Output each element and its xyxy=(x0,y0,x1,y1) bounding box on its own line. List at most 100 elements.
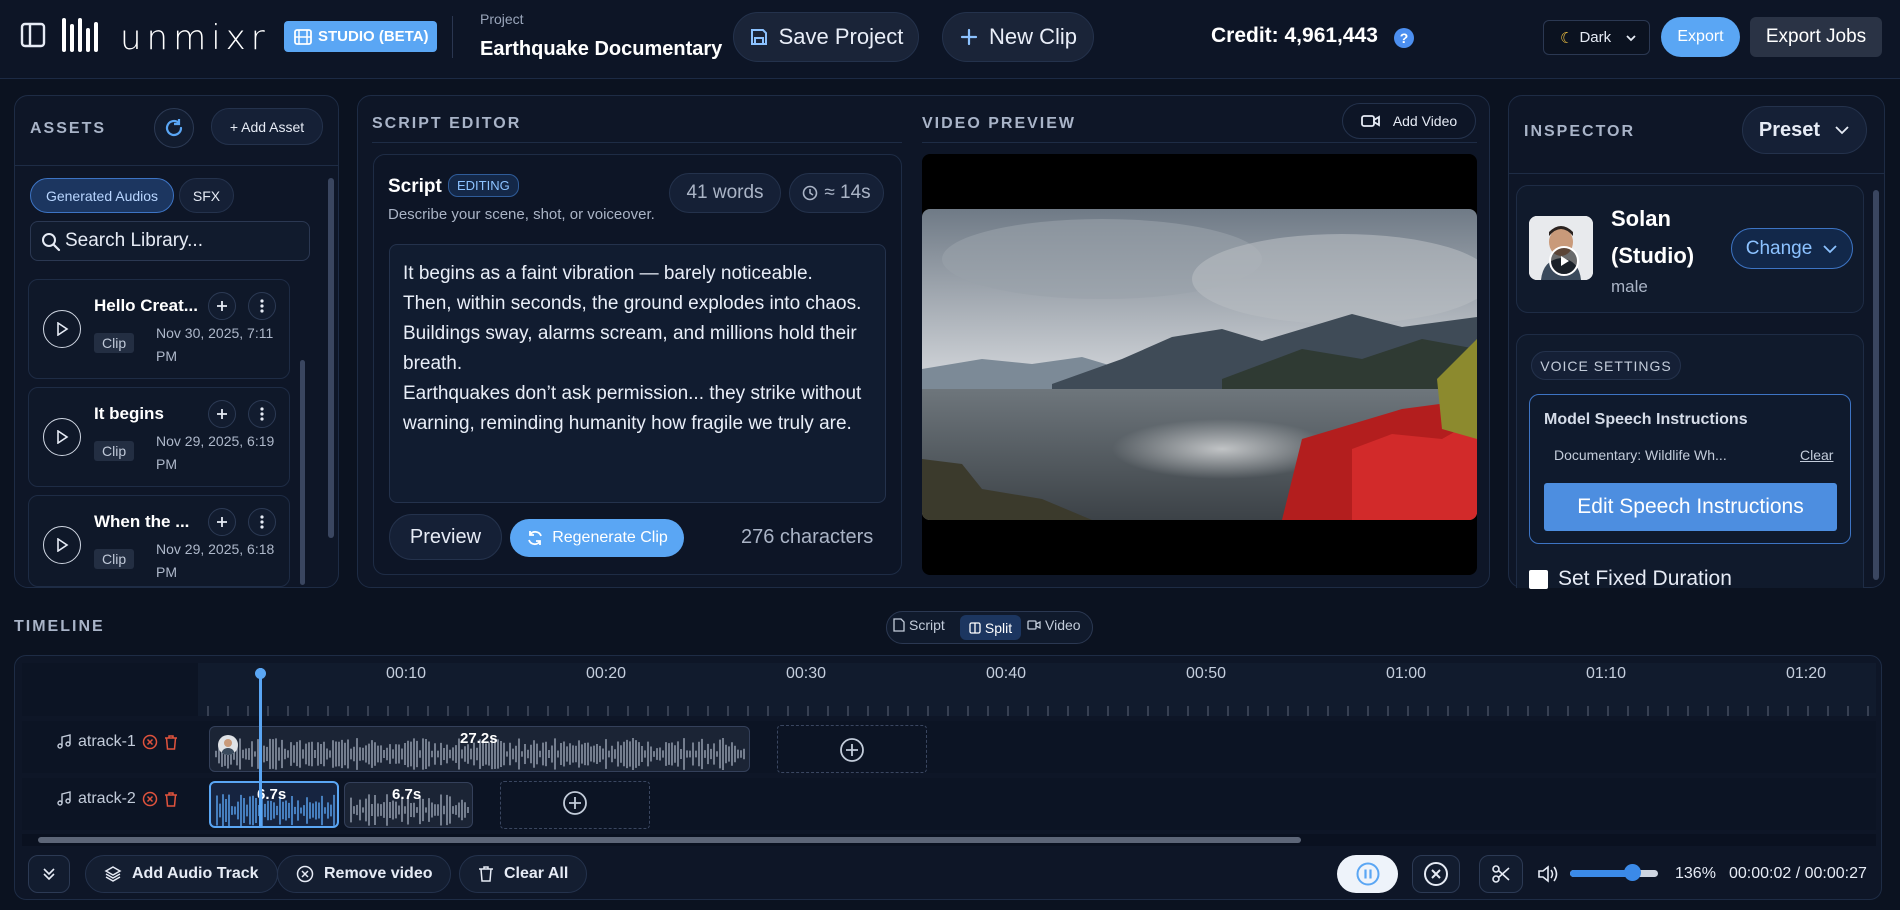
video-frame[interactable] xyxy=(922,209,1477,520)
music-note-icon xyxy=(57,734,71,749)
export-jobs-button[interactable]: Export Jobs xyxy=(1750,17,1882,57)
add-video-label: Add Video xyxy=(1392,113,1458,129)
audio-track-header: atrack-1 xyxy=(56,733,178,751)
preview-button[interactable]: Preview xyxy=(389,514,502,560)
script-line: It begins as a faint vibration — barely … xyxy=(403,263,813,284)
film-icon xyxy=(294,28,312,45)
audio-clip-selected[interactable]: 6.7s xyxy=(209,781,339,828)
clear-instructions-link[interactable]: Clear xyxy=(1800,447,1833,463)
more-options-button[interactable] xyxy=(248,400,276,428)
inspector-scrollbar[interactable] xyxy=(1873,190,1879,580)
add-video-button[interactable]: Add Video xyxy=(1342,103,1476,139)
project-name[interactable]: Earthquake Documentary xyxy=(480,38,722,61)
more-options-button[interactable] xyxy=(248,508,276,536)
plus-icon xyxy=(960,28,978,46)
add-clip-icon[interactable] xyxy=(562,790,588,816)
stop-button[interactable] xyxy=(1412,855,1460,893)
view-mode-script[interactable]: Script xyxy=(893,617,945,633)
asset-title: It begins xyxy=(94,404,164,423)
clear-all-button[interactable]: Clear All xyxy=(459,855,588,893)
add-audio-track-button[interactable]: Add Audio Track xyxy=(85,855,278,893)
script-label: Script xyxy=(388,176,442,197)
more-options-button[interactable] xyxy=(248,292,276,320)
playhead-handle[interactable] xyxy=(255,668,266,679)
help-icon[interactable]: ? xyxy=(1394,28,1414,48)
music-note-icon xyxy=(57,791,71,806)
asset-item[interactable]: Hello Creat... Clip Nov 30, 2025, 7:11 P… xyxy=(28,279,290,379)
studio-badge-label: STUDIO (BETA) xyxy=(318,28,429,45)
more-vertical-icon xyxy=(260,515,264,529)
assets-inner-scrollbar[interactable] xyxy=(300,360,305,585)
assets-scrollbar[interactable] xyxy=(328,178,334,538)
voice-avatar[interactable] xyxy=(1529,216,1593,280)
asset-date: Nov 29, 2025, 6:19 PM xyxy=(156,433,275,472)
refresh-icon xyxy=(165,119,183,137)
export-button[interactable]: Export xyxy=(1661,17,1740,57)
view-mode-video[interactable]: Video xyxy=(1027,617,1081,633)
tick-label: 00:40 xyxy=(986,665,1027,682)
script-line: Buildings sway, alarms scream, and milli… xyxy=(403,323,857,344)
add-to-timeline-button[interactable] xyxy=(208,508,236,536)
asset-item[interactable]: It begins Clip Nov 29, 2025, 6:19 PM xyxy=(28,387,290,487)
theme-select[interactable]: ☾ Dark xyxy=(1543,20,1650,55)
chevron-down-icon xyxy=(1835,126,1849,135)
play-button[interactable] xyxy=(43,310,81,348)
add-to-timeline-button[interactable] xyxy=(208,400,236,428)
mute-icon[interactable] xyxy=(142,791,158,807)
view-mode-label: Video xyxy=(1045,617,1081,633)
collapse-button[interactable] xyxy=(28,855,70,893)
remove-video-button[interactable]: Remove video xyxy=(277,855,452,893)
refresh-button[interactable] xyxy=(154,108,194,148)
save-project-button[interactable]: Save Project xyxy=(733,12,919,62)
play-button[interactable] xyxy=(43,526,81,564)
mute-icon[interactable] xyxy=(142,734,158,750)
volume-slider-thumb[interactable] xyxy=(1623,864,1641,881)
chevron-down-icon xyxy=(1823,244,1837,253)
volume-icon[interactable] xyxy=(1537,864,1559,884)
sidebar-toggle-icon[interactable] xyxy=(20,22,46,48)
audio-clip[interactable]: 27.2s xyxy=(209,726,750,772)
change-voice-button[interactable]: Change xyxy=(1731,228,1853,269)
audio-clip[interactable]: 6.7s xyxy=(344,782,473,828)
edit-speech-instructions-button[interactable]: Edit Speech Instructions xyxy=(1544,483,1837,531)
tab-sfx[interactable]: SFX xyxy=(179,178,234,213)
remove-video-label: Remove video xyxy=(324,865,433,882)
duration-estimate: ≈ 14s xyxy=(789,173,884,213)
regenerate-clip-button[interactable]: Regenerate Clip xyxy=(510,519,684,557)
script-line: Earthquakes don’t ask permission... they… xyxy=(403,383,862,404)
fixed-duration-checkbox[interactable] xyxy=(1529,570,1548,589)
trash-icon[interactable] xyxy=(164,791,178,807)
duration-label: ≈ 14s xyxy=(824,182,871,203)
document-icon xyxy=(893,618,905,632)
change-label: Change xyxy=(1745,237,1813,259)
play-icon xyxy=(57,538,69,552)
add-clip-icon[interactable] xyxy=(839,737,865,763)
script-text[interactable]: It begins as a faint vibration — barely … xyxy=(403,259,883,439)
track-name: atrack-2 xyxy=(78,790,136,807)
theme-label: Dark xyxy=(1579,29,1612,46)
play-button[interactable] xyxy=(43,418,81,456)
view-mode-split[interactable]: Split xyxy=(960,615,1021,640)
model-speech-title: Model Speech Instructions xyxy=(1544,411,1748,428)
word-count: 41 words xyxy=(669,173,781,213)
pause-button[interactable] xyxy=(1337,855,1398,893)
trash-icon[interactable] xyxy=(164,734,178,750)
tab-generated-audios[interactable]: Generated Audios xyxy=(30,178,174,213)
tick-label: 00:10 xyxy=(386,665,427,682)
tick-label: 00:50 xyxy=(1186,665,1227,682)
tick-label: 01:20 xyxy=(1786,665,1827,682)
playhead[interactable] xyxy=(259,668,262,828)
more-vertical-icon xyxy=(260,299,264,313)
asset-item[interactable]: When the ... Clip Nov 29, 2025, 6:18 PM xyxy=(28,495,290,587)
search-field[interactable]: Search Library... xyxy=(30,221,310,261)
new-clip-button[interactable]: New Clip xyxy=(942,12,1094,62)
clip-tag: Clip xyxy=(94,441,135,461)
timeline-scrollbar[interactable] xyxy=(38,837,1301,843)
add-to-timeline-button[interactable] xyxy=(208,292,236,320)
volume-slider[interactable] xyxy=(1570,864,1658,881)
preset-dropdown[interactable]: Preset xyxy=(1742,106,1867,154)
add-asset-button[interactable]: + Add Asset xyxy=(211,108,323,145)
ruler-header xyxy=(22,663,198,716)
play-icon[interactable] xyxy=(1549,246,1579,276)
split-clip-button[interactable] xyxy=(1479,855,1523,893)
